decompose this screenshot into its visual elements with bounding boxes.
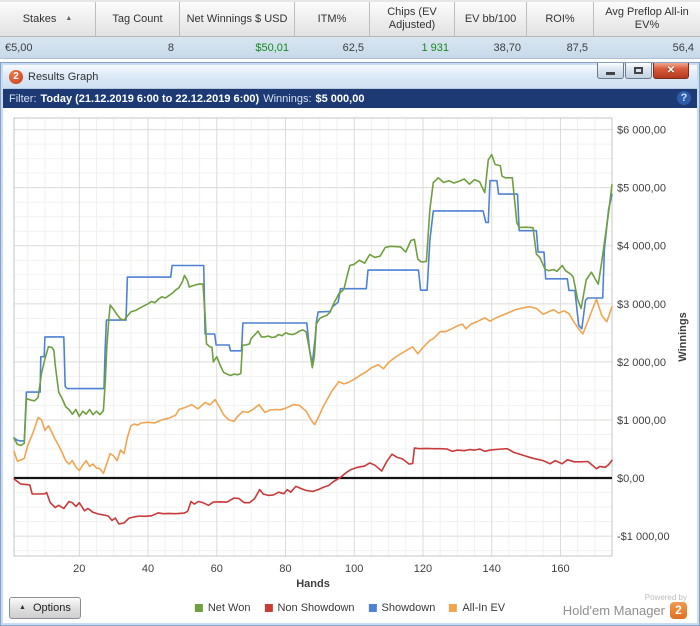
filter-bar[interactable]: Filter: Today (21.12.2019 6:00 to 22.12.… xyxy=(3,89,697,108)
bottom-bar: ▲ Options Net Won Non Showdown Showdown All… xyxy=(3,592,697,623)
y-tick-label: $4 000,00 xyxy=(617,241,666,253)
x-tick-label: 40 xyxy=(142,563,154,575)
plot-background xyxy=(14,118,612,556)
cell-itm: 62,5 xyxy=(342,41,364,54)
col-header-chips-ev[interactable]: Chips (EV Adjusted) xyxy=(370,2,455,36)
close-icon: ✕ xyxy=(666,65,676,76)
screen: Stakes ▲ Tag Count Net Winnings $ USD IT… xyxy=(0,0,700,626)
stats-table: Stakes ▲ Tag Count Net Winnings $ USD IT… xyxy=(0,0,700,59)
y-tick-label: $5 000,00 xyxy=(617,183,666,195)
col-header-itm[interactable]: ITM% xyxy=(295,2,370,36)
legend-item-non-showdown: Non Showdown xyxy=(264,601,355,614)
x-tick-label: 120 xyxy=(414,563,432,575)
winnings-label: Winnings: xyxy=(263,92,312,105)
cell-avg-preflop-allin-ev: 56,4 xyxy=(672,41,694,54)
legend-swatch-showdown xyxy=(368,603,377,612)
x-tick-label: 100 xyxy=(345,563,363,575)
legend-label-all-in-ev: All-In EV xyxy=(462,601,506,614)
help-icon[interactable]: ? xyxy=(677,91,691,105)
options-arrow-icon: ▲ xyxy=(19,604,26,611)
col-header-avg-preflop-allin-ev[interactable]: Avg Preflop All-in EV% xyxy=(594,2,700,36)
col-header-stakes[interactable]: Stakes ▲ xyxy=(0,2,96,36)
legend-item-all-in-ev: All-In EV xyxy=(449,602,505,614)
legend-item-showdown: Showdown xyxy=(368,601,436,614)
legend-label-non-showdown: Non Showdown xyxy=(277,601,355,614)
minimize-icon xyxy=(606,71,615,75)
y-tick-label: $0,00 xyxy=(617,473,645,485)
x-axis-title: Hands xyxy=(296,578,330,590)
cell-net-winnings: $50,01 xyxy=(255,41,289,54)
brand-line: Hold'em Manager 2 xyxy=(563,602,687,619)
legend-swatch-non-showdown xyxy=(264,603,273,612)
x-tick-label: 80 xyxy=(279,563,291,575)
window-title: Results Graph xyxy=(28,70,99,83)
cell-ev-bb100: 38,70 xyxy=(493,41,521,54)
title-bar[interactable]: 2 Results Graph xyxy=(3,65,697,89)
branding: Powered by Hold'em Manager 2 xyxy=(563,593,687,619)
options-button[interactable]: ▲ Options xyxy=(9,596,81,619)
x-tick-label: 60 xyxy=(211,563,223,575)
legend-swatch-net-won xyxy=(194,603,203,612)
chart-svg: 20 40 60 80 100 120 140 160 -$1 000,00 $0,00 $1 00… xyxy=(13,117,689,590)
stats-header-row: Stakes ▲ Tag Count Net Winnings $ USD IT… xyxy=(0,0,700,37)
close-button[interactable]: ✕ xyxy=(653,63,689,79)
results-chart: 20 40 60 80 100 120 140 160 -$1 000,00 $0,00 $1 00… xyxy=(3,108,697,592)
y-tick-label: $6 000,00 xyxy=(617,125,666,137)
x-tick-label: 140 xyxy=(483,563,501,575)
window-controls: ✕ xyxy=(596,63,689,79)
brand-name: Hold'em Manager xyxy=(562,603,665,618)
col-header-tag-count[interactable]: Tag Count xyxy=(96,2,180,36)
col-header-net-winnings[interactable]: Net Winnings $ USD xyxy=(180,2,295,36)
y-tick-label: $3 000,00 xyxy=(617,299,666,311)
maximize-icon xyxy=(634,67,643,74)
powered-by-text: Powered by xyxy=(644,593,687,602)
minimize-button[interactable] xyxy=(597,63,624,79)
cell-chips-ev: 1 931 xyxy=(421,41,449,54)
filter-label: Filter: xyxy=(9,92,37,105)
col-header-roi[interactable]: ROI% xyxy=(527,2,594,36)
results-graph-window: ✕ 2 Results Graph Filter: Today (21.12.2… xyxy=(0,62,700,626)
hm2-logo-icon: 2 xyxy=(670,602,687,619)
table-row[interactable]: €5,00 8 $50,01 62,5 1 931 38,70 87,5 56,… xyxy=(0,37,700,59)
col-header-ev-bb100[interactable]: EV bb/100 xyxy=(455,2,527,36)
col-header-stakes-label: Stakes xyxy=(22,12,57,25)
hm2-app-icon: 2 xyxy=(9,69,23,84)
legend-label-showdown: Showdown xyxy=(381,601,436,614)
cell-roi: 87,5 xyxy=(566,41,588,54)
legend-swatch-all-in-ev xyxy=(449,603,458,612)
legend-item-net-won: Net Won xyxy=(194,601,251,614)
winnings-value: $5 000,00 xyxy=(315,92,365,105)
sort-asc-icon: ▲ xyxy=(65,14,73,22)
y-axis-title: Winnings xyxy=(677,312,689,361)
window-inner: ✕ 2 Results Graph Filter: Today (21.12.2… xyxy=(3,63,697,623)
legend-label-net-won: Net Won xyxy=(207,601,251,614)
y-tick-label: $1 000,00 xyxy=(617,415,666,427)
cell-tag-count: 8 xyxy=(167,41,174,54)
x-tick-label: 20 xyxy=(73,563,85,575)
chart-legend: Net Won Non Showdown Showdown All-In EV xyxy=(194,601,505,614)
y-tick-label: -$1 000,00 xyxy=(617,531,670,543)
x-tick-label: 160 xyxy=(551,563,569,575)
cell-stakes: €5,00 xyxy=(5,41,33,54)
maximize-button[interactable] xyxy=(625,63,652,79)
y-tick-label: $2 000,00 xyxy=(617,357,666,369)
filter-value: Today (21.12.2019 6:00 to 22.12.2019 6:0… xyxy=(40,92,260,105)
options-label: Options xyxy=(32,601,71,614)
